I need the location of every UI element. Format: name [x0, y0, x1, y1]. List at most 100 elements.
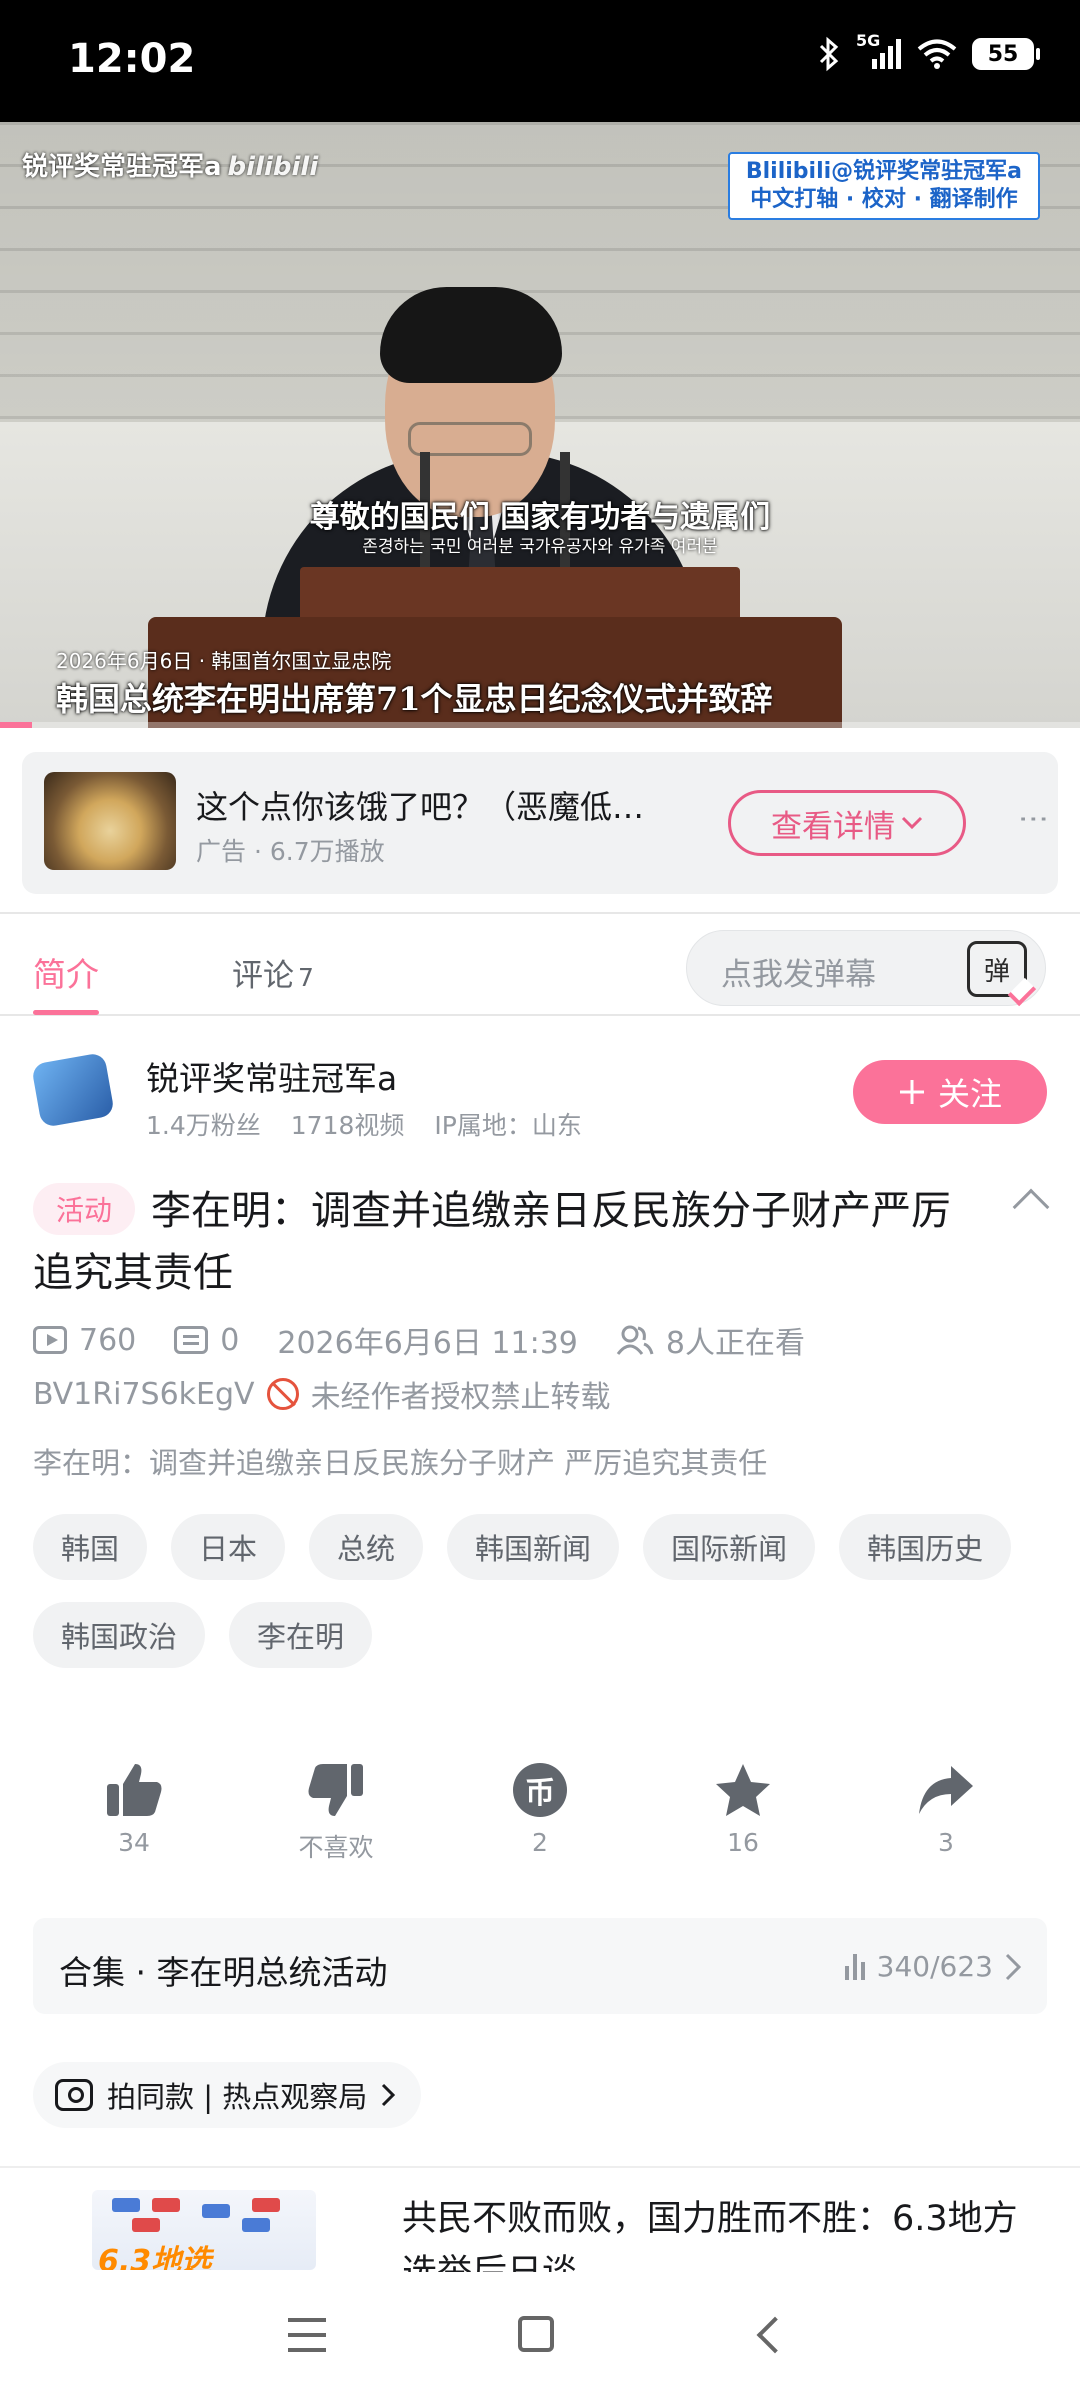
ad-thumbnail	[44, 772, 176, 870]
caption-date: 2026年6月6日 · 韩国首尔国立显忠院	[56, 649, 392, 673]
uploader-name[interactable]: 锐评奖常驻冠军a	[146, 1052, 397, 1100]
share-count: 3	[938, 1828, 954, 1857]
caption-title: 韩国总统李在明出席第71个显忠日纪念仪式并致辞	[56, 680, 773, 718]
collection-name: 合集 · 李在明总统活动	[59, 1953, 388, 1992]
ad-subtitle: 广告 · 6.7万播放	[196, 837, 385, 866]
collection-card[interactable]: 合集 · 李在明总统活动 340/623	[33, 1918, 1047, 2014]
same-style-label: 拍同款 | 热点观察局	[107, 2080, 368, 2114]
favorite-button[interactable]: 16	[673, 1760, 813, 1857]
watching-count: 8人正在看	[665, 1326, 805, 1361]
tag-chip[interactable]: 李在明	[229, 1602, 373, 1668]
content-tabs: 简介 评论 7 点我发弹幕 弹	[0, 912, 1080, 1016]
danmaku-toggle-icon[interactable]: 弹	[967, 941, 1027, 997]
like-button[interactable]: 34	[64, 1760, 204, 1857]
danmaku-count: 0	[220, 1322, 240, 1358]
speaker-glasses	[408, 422, 532, 456]
avatar[interactable]	[31, 1052, 115, 1128]
watermark-right-line2: 中文打轴 · 校对 · 翻译制作	[750, 187, 1018, 212]
camera-icon	[55, 2079, 93, 2111]
tag-chip[interactable]: 韩国政治	[33, 1602, 206, 1668]
collapse-chevron-icon[interactable]	[1012, 1188, 1050, 1226]
chevron-down-icon	[901, 816, 923, 830]
video-stats: 760 0 2026年6月6日 11:39 8人正在看	[33, 1318, 805, 1362]
repost-notice: 未经作者授权禁止转载	[310, 1380, 611, 1415]
follow-label: 关注	[937, 1075, 1002, 1113]
follow-button[interactable]: 关注	[853, 1060, 1047, 1124]
view-count: 760	[79, 1322, 137, 1358]
video-progress-bar[interactable]	[0, 722, 1080, 728]
uploader-fans: 1.4万粉丝	[146, 1111, 261, 1140]
network-type-label: 5G	[856, 31, 881, 50]
section-divider	[0, 2166, 1080, 2168]
video-title: 李在明：调查并追缴亲日反民族分子财产严厉追究其责任	[33, 1188, 951, 1296]
share-icon	[919, 1766, 973, 1814]
tab-comments-label: 评论	[232, 958, 294, 994]
uploader-meta: 1.4万粉丝 1718视频 IP属地：山东	[146, 1106, 612, 1142]
danmaku-placeholder: 点我发弹幕	[721, 957, 876, 993]
video-progress-fill	[0, 722, 33, 728]
system-nav-bar	[0, 2272, 1080, 2403]
danmaku-count-icon	[174, 1326, 209, 1354]
battery-icon: 55	[972, 38, 1040, 70]
uploader-ip: IP属地：山东	[434, 1111, 582, 1140]
thumbs-down-icon	[308, 1764, 363, 1816]
plus-icon	[899, 1080, 924, 1104]
coin-icon: 币	[513, 1763, 567, 1817]
tag-list: 韩国 日本 总统 韩国新闻 国际新闻 韩国历史 韩国政治 李在明	[33, 1514, 1053, 1668]
tab-intro-underline	[33, 1010, 99, 1015]
bvid-line: BV1Ri7S6kEgV 未经作者授权禁止转载	[33, 1372, 611, 1416]
menu-icon[interactable]	[288, 2318, 326, 2352]
share-button[interactable]: 3	[876, 1760, 1016, 1857]
publish-datetime: 2026年6月6日 11:39	[277, 1326, 578, 1361]
tab-comments[interactable]: 评论 7	[232, 950, 314, 995]
like-count: 34	[118, 1828, 150, 1857]
recommendation-thumbnail[interactable]: 6.3地选	[92, 2190, 316, 2270]
status-bar: 12:02 5G 55	[0, 0, 1080, 122]
home-icon[interactable]	[518, 2316, 554, 2352]
same-style-chip[interactable]: 拍同款 | 热点观察局	[33, 2062, 422, 2128]
chevron-right-icon	[1005, 1953, 1021, 1980]
bilibili-logo: bilibili	[227, 152, 319, 182]
chevron-right-icon	[382, 2083, 396, 2107]
ad-title: 这个点你该饿了吧？（恶魔低…	[196, 788, 645, 826]
watermark-channel-name: 锐评奖常驻冠军a	[22, 152, 222, 182]
tag-chip[interactable]: 韩国	[33, 1514, 148, 1580]
bvid[interactable]: BV1Ri7S6kEgV	[33, 1377, 255, 1412]
recommendation-thumb-text: 6.3地选	[98, 2244, 212, 2270]
speaker-hair	[380, 287, 562, 383]
star-icon	[716, 1764, 770, 1816]
ad-card[interactable]: 这个点你该饿了吧？（恶魔低… 广告 · 6.7万播放 查看详情 ⋮	[22, 752, 1058, 894]
danmaku-input[interactable]: 点我发弹幕 弹	[686, 930, 1046, 1006]
tag-chip[interactable]: 韩国历史	[839, 1514, 1012, 1580]
video-player[interactable]: 锐评奖常驻冠军a bilibili Blilibili@锐评奖常驻冠军a 中文打轴…	[0, 122, 1080, 728]
thumbs-up-icon	[107, 1764, 162, 1816]
coin-button[interactable]: 币 2	[470, 1760, 610, 1857]
video-description: 李在明：调查并追缴亲日反民族分子财产 严厉追究其责任	[33, 1446, 768, 1480]
status-icons: 5G 55	[816, 31, 1040, 72]
video-watermark-left: 锐评奖常驻冠军a bilibili	[22, 146, 318, 183]
collection-progress-text: 340/623	[876, 1950, 993, 1983]
tab-intro[interactable]: 简介	[33, 948, 99, 996]
action-bar: 34 不喜欢 币 2 16 3	[0, 1760, 1080, 1870]
watching-people-icon	[616, 1325, 654, 1355]
collection-progress: 340/623	[844, 1950, 1021, 1983]
signal-icon: 5G	[856, 31, 902, 71]
wifi-icon	[917, 39, 957, 69]
tab-comments-count: 7	[298, 963, 314, 992]
video-watermark-right: Blilibili@锐评奖常驻冠军a 中文打轴 · 校对 · 翻译制作	[727, 152, 1040, 220]
dislike-label: 不喜欢	[298, 1833, 374, 1862]
status-time: 12:02	[68, 36, 196, 82]
subtitle-korean: 존경하는 국민 여러분 국가유공자와 유가족 여러분	[362, 537, 718, 557]
tag-chip[interactable]: 国际新闻	[643, 1514, 816, 1580]
bluetooth-icon	[819, 36, 839, 72]
tag-chip[interactable]: 韩国新闻	[447, 1514, 620, 1580]
favorite-count: 16	[727, 1828, 759, 1857]
ad-details-button[interactable]: 查看详情	[728, 790, 966, 856]
back-icon[interactable]	[756, 2316, 794, 2354]
tag-chip[interactable]: 日本	[171, 1514, 286, 1580]
dislike-button[interactable]: 不喜欢	[266, 1760, 406, 1864]
playlist-bars-icon	[844, 1953, 865, 1980]
no-repost-icon	[266, 1378, 299, 1410]
more-options-icon[interactable]: ⋮	[1016, 804, 1051, 834]
tag-chip[interactable]: 总统	[309, 1514, 424, 1580]
